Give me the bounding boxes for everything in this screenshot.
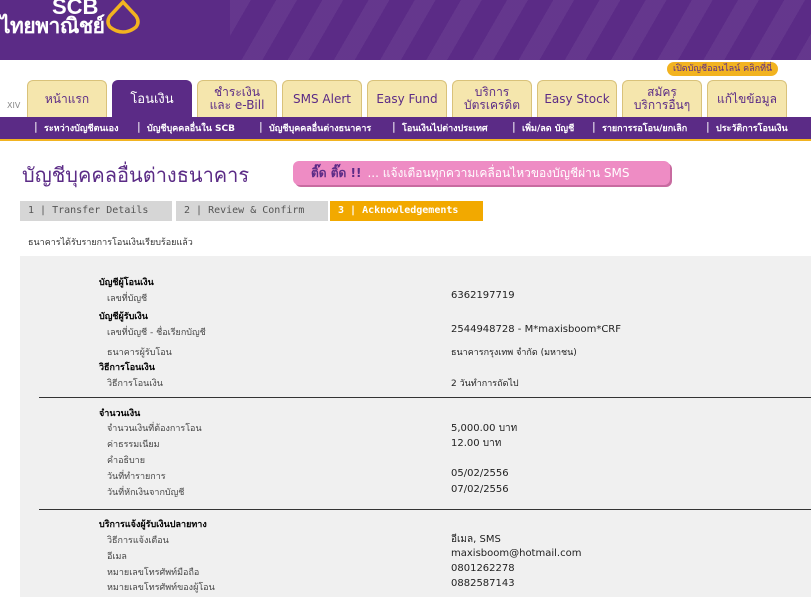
section-divider xyxy=(39,397,811,398)
tab-other-services[interactable]: สมัคร บริการอื่นๆ xyxy=(622,80,702,117)
from-account-label: เลขที่บัญชี xyxy=(107,294,148,304)
debit-date-label: วันที่หักเงินจากบัญชี xyxy=(107,488,185,498)
header-decoration xyxy=(230,0,811,60)
tab-home[interactable]: หน้าแรก xyxy=(27,80,107,117)
to-bank-label: ธนาคารผู้รับโอน xyxy=(107,348,172,358)
transfer-method-value: 2 วันทำการถัดไป xyxy=(451,379,519,389)
tab-label: ชำระเงิน และ e-Bill xyxy=(209,85,265,112)
subnav-pending[interactable]: รายการรอโอน/ยกเลิก xyxy=(602,121,687,135)
sub-navigation-underline xyxy=(0,139,811,141)
email-label: อีเมล xyxy=(107,552,127,562)
tab-label: หน้าแรก xyxy=(44,91,90,106)
mobile-label: หมายเลขโทรศัพท์มือถือ xyxy=(107,568,200,578)
description-label: คำอธิบาย xyxy=(107,456,146,466)
step-transfer-details: 1 | Transfer Details xyxy=(20,201,172,221)
tab-transfer[interactable]: โอนเงิน xyxy=(112,80,192,117)
transfer-method-title: วิธีการโอนเงิน xyxy=(99,363,155,373)
section-divider xyxy=(39,509,811,510)
logo-thai-name[interactable]: ไทยพาณิชย์ xyxy=(0,10,105,43)
subnav-separator: | xyxy=(34,120,38,133)
email-value: maxisboom@hotmail.com xyxy=(451,548,582,559)
subnav-separator: | xyxy=(592,120,596,133)
amount-title: จำนวนเงิน xyxy=(99,409,141,419)
subnav-separator: | xyxy=(512,120,516,133)
tab-credit-card[interactable]: บริการ บัตรเครดิต xyxy=(452,80,532,117)
tab-label: บริการ บัตรเครดิต xyxy=(463,85,520,112)
to-bank-value: ธนาคารกรุงเทพ จำกัด (มหาชน) xyxy=(451,348,577,358)
mobile-value: 0801262278 xyxy=(451,563,515,574)
amount-value: 5,000.00 บาท xyxy=(451,423,518,434)
tab-edit-profile[interactable]: แก้ไขข้อมูล xyxy=(707,80,787,117)
tab-label: สมัคร บริการอื่นๆ xyxy=(633,85,691,112)
transaction-date-value: 05/02/2556 xyxy=(451,468,509,479)
progress-steps: 1 | Transfer Details 2 | Review & Confir… xyxy=(20,201,811,221)
tab-sms-alert[interactable]: SMS Alert xyxy=(282,80,362,117)
scb-logo-icon[interactable] xyxy=(104,0,142,34)
subnav-add-remove-account[interactable]: เพิ่ม/ลด บัญชี xyxy=(522,121,574,135)
tab-payment[interactable]: ชำระเงิน และ e-Bill xyxy=(197,80,277,117)
sender-phone-value: 0882587143 xyxy=(451,578,515,589)
notify-method-value: อีเมล, SMS xyxy=(451,534,501,545)
notify-method-label: วิธีการแจ้งเตือน xyxy=(107,536,169,546)
tab-label: SMS Alert xyxy=(293,91,351,106)
promo-text: ... แจ้งเตือนทุกความเคลื่อนไหวของบัญชีผ่… xyxy=(367,165,630,180)
tab-label: Easy Stock xyxy=(544,91,610,106)
tab-label: Easy Fund xyxy=(376,91,438,106)
subnav-separator: | xyxy=(706,120,710,133)
open-account-link[interactable]: เปิดบัญชีออนไลน์ คลิกที่นี่ xyxy=(667,62,779,76)
tab-easy-fund[interactable]: Easy Fund xyxy=(367,80,447,117)
step-acknowledgements: 3 | Acknowledgements xyxy=(330,201,483,221)
tab-label: แก้ไขข้อมูล xyxy=(717,91,777,106)
subnav-other-scb[interactable]: บัญชีบุคคลอื่นใน SCB xyxy=(147,121,235,135)
sender-phone-label: หมายเลขโทรศัพท์ของผู้โอน xyxy=(107,583,215,593)
page-title: บัญชีบุคคลอื่นต่างธนาคาร xyxy=(22,163,250,187)
tab-label: โอนเงิน xyxy=(130,91,174,107)
version-label: XIV xyxy=(7,101,21,110)
subnav-separator: | xyxy=(137,120,141,133)
subnav-separator: | xyxy=(392,120,396,133)
subnav-separator: | xyxy=(259,120,263,133)
notify-recipient-title: บริการแจ้งผู้รับเงินปลายทาง xyxy=(99,520,207,530)
to-account-title: บัญชีผู้รับเงิน xyxy=(99,312,148,322)
subnav-history[interactable]: ประวัติการโอนเงิน xyxy=(716,121,788,135)
to-account-label: เลขที่บัญชี - ชื่อเรียกบัญชี xyxy=(107,328,206,338)
debit-date-value: 07/02/2556 xyxy=(451,484,509,495)
subnav-other-bank[interactable]: บัญชีบุคคลอื่นต่างธนาคาร xyxy=(269,121,371,135)
to-account-value: 2544948728 - M*maxisboom*CRF xyxy=(451,324,621,335)
from-account-value: 6362197719 xyxy=(451,290,515,301)
fee-label: ค่าธรรมเนียม xyxy=(107,440,160,450)
from-account-title: บัญชีผู้โอนเงิน xyxy=(99,278,154,288)
transfer-method-label: วิธีการโอนเงิน xyxy=(107,379,163,389)
tab-easy-stock[interactable]: Easy Stock xyxy=(537,80,617,117)
transaction-date-label: วันที่ทำรายการ xyxy=(107,472,166,482)
amount-label: จำนวนเงินที่ต้องการโอน xyxy=(107,424,202,434)
sms-promo-banner[interactable]: ติ๊ด ติ๊ด !! ... แจ้งเตือนทุกความเคลื่อน… xyxy=(293,161,670,185)
promo-highlight: ติ๊ด ติ๊ด !! xyxy=(311,165,362,180)
step-review-confirm: 2 | Review & Confirm xyxy=(176,201,328,221)
subnav-own-accounts[interactable]: ระหว่างบัญชีตนเอง xyxy=(44,121,118,135)
subnav-international[interactable]: โอนเงินไปต่างประเทศ xyxy=(402,121,488,135)
fee-value: 12.00 บาท xyxy=(451,438,502,449)
confirmation-message: ธนาคารได้รับรายการโอนเงินเรียบร้อยแล้ว xyxy=(28,238,193,248)
